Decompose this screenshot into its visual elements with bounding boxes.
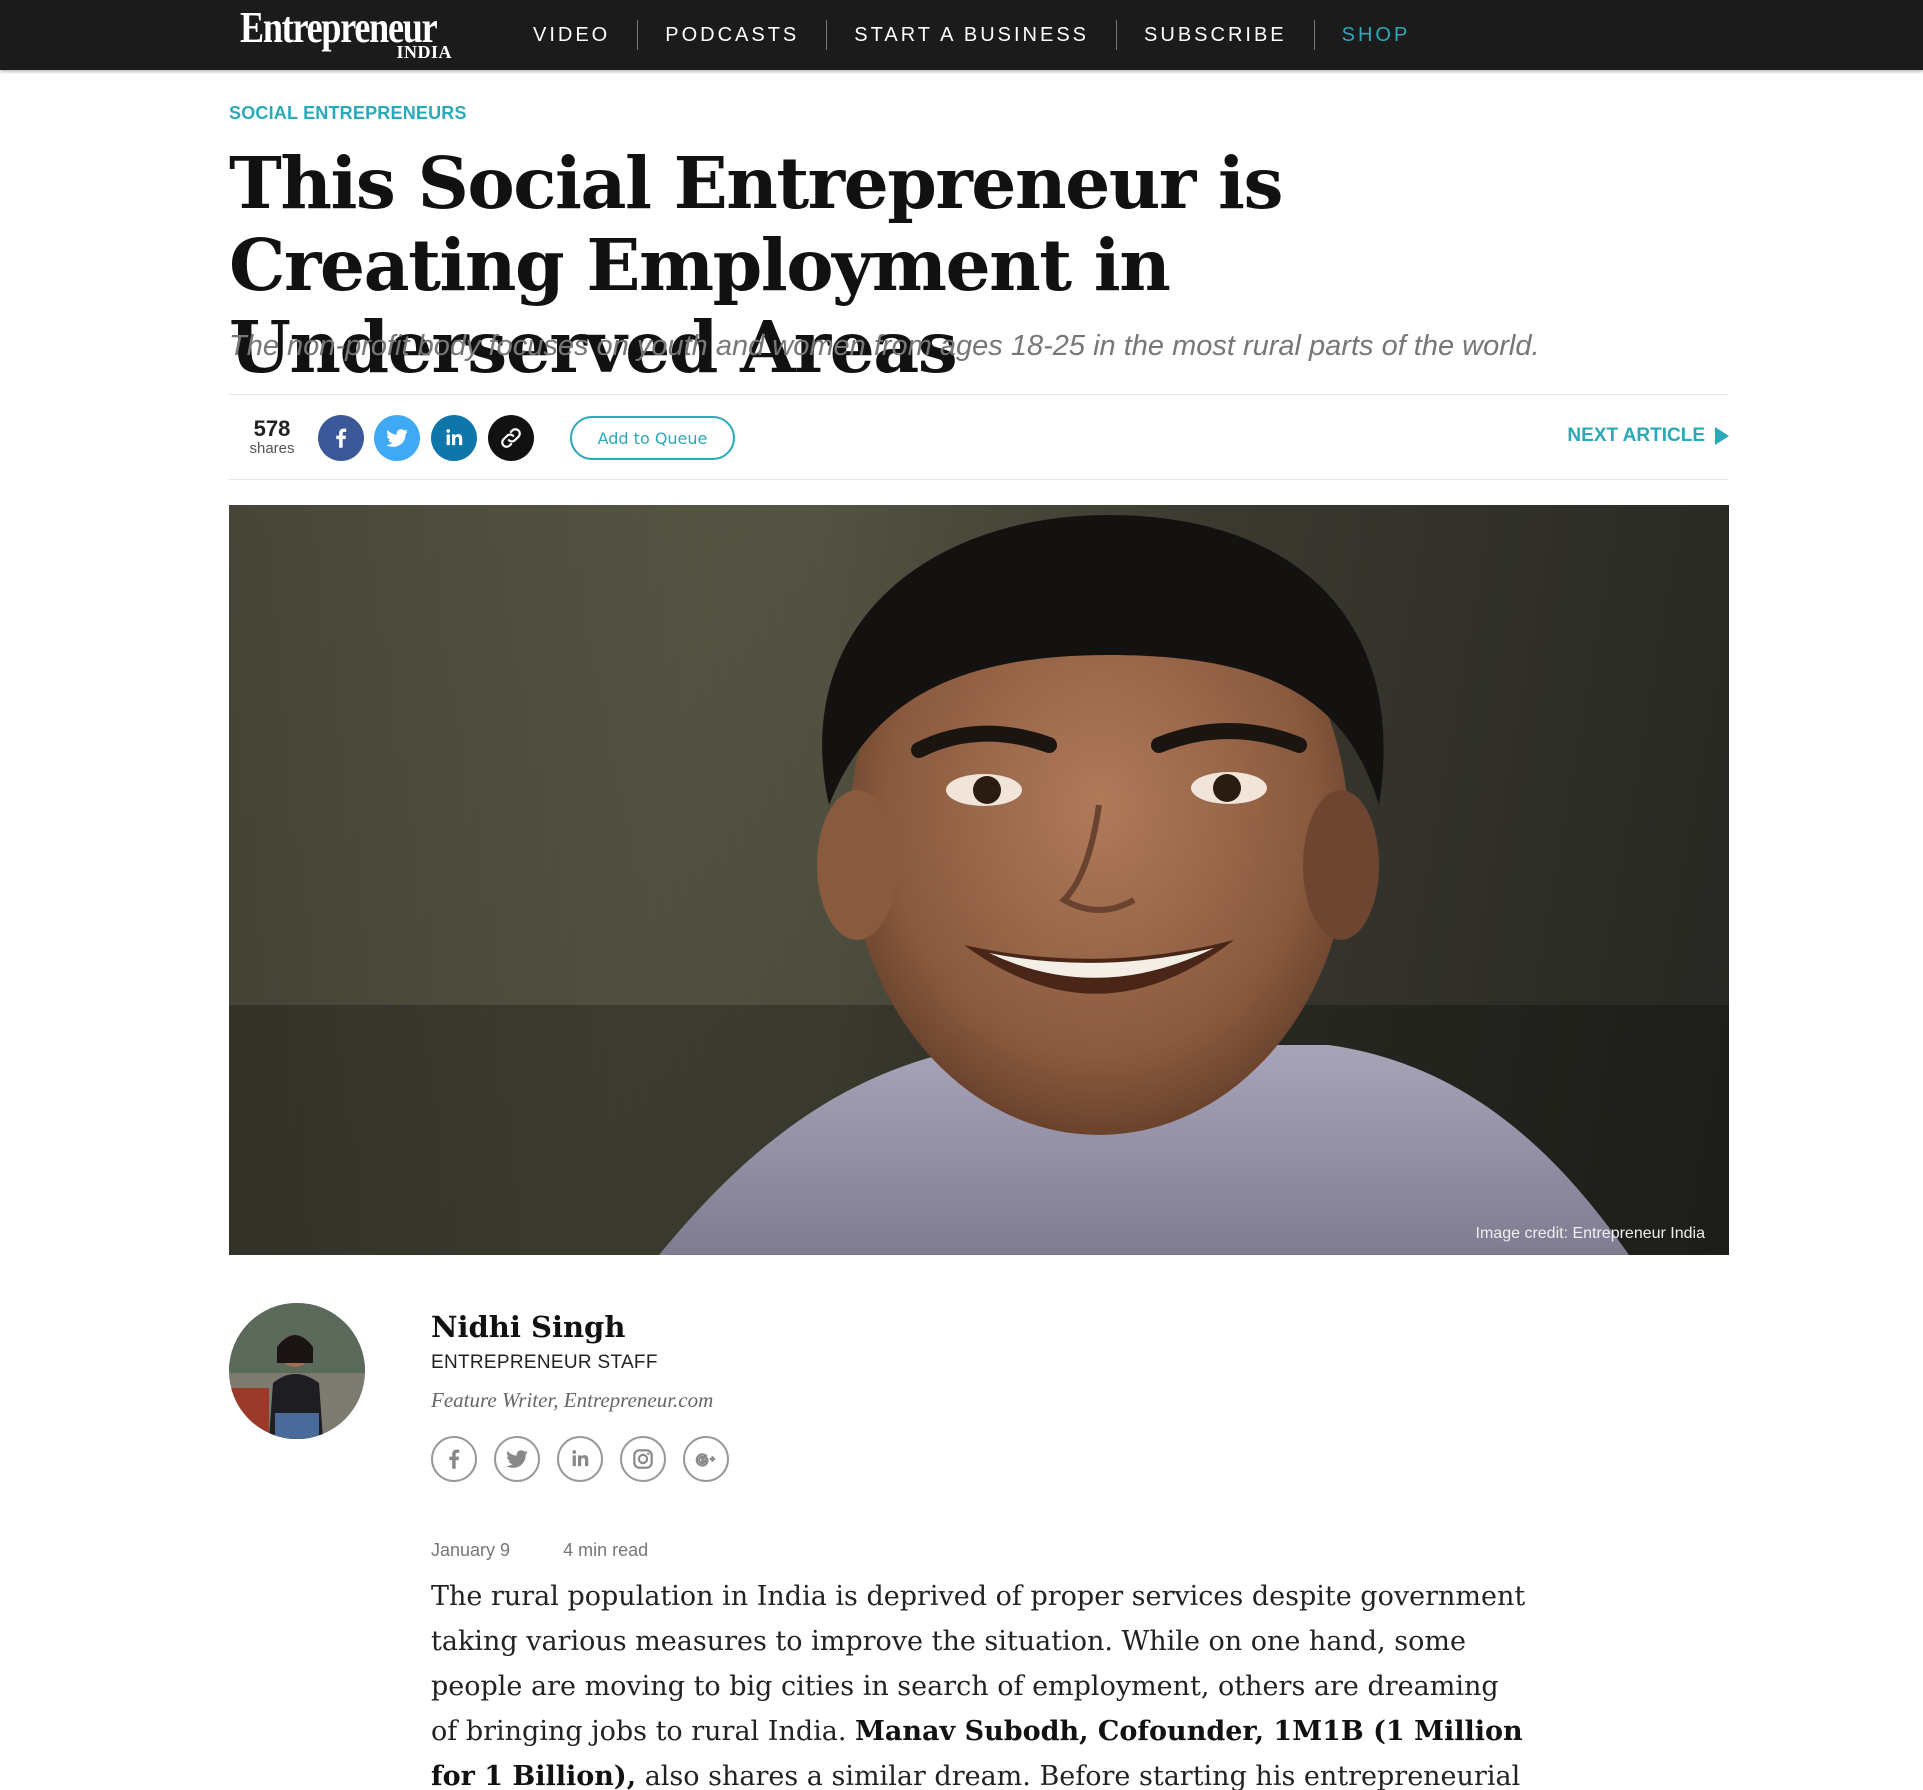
- top-navigation-bar: Entrepreneur INDIA VIDEO PODCASTS START …: [0, 0, 1923, 70]
- author-title: Feature Writer, Entrepreneur.com: [431, 1388, 714, 1412]
- author-instagram-button[interactable]: [620, 1436, 666, 1482]
- share-bar: 578 shares Add to Queue NEXT ARTICLE: [229, 394, 1729, 480]
- main-nav: VIDEO PODCASTS START A BUSINESS SUBSCRIB…: [506, 0, 1437, 70]
- image-credit: Image credit: Entrepreneur India: [1475, 1225, 1705, 1242]
- nav-shop[interactable]: SHOP: [1313, 20, 1438, 50]
- share-facebook-button[interactable]: [318, 415, 364, 461]
- author-linkedin-button[interactable]: [557, 1436, 603, 1482]
- author-social-links: [431, 1436, 746, 1482]
- article-category[interactable]: SOCIAL ENTREPRENEURS: [229, 103, 467, 124]
- article-dek: The non-profit body focuses on youth and…: [229, 330, 1540, 362]
- share-linkedin-button[interactable]: [431, 415, 477, 461]
- share-count: 578 shares: [245, 417, 299, 457]
- publish-date: January 9: [431, 1540, 511, 1560]
- author-twitter-button[interactable]: [494, 1436, 540, 1482]
- linkedin-icon: [446, 429, 463, 446]
- portrait-photo: [229, 505, 1729, 1255]
- share-twitter-button[interactable]: [374, 415, 420, 461]
- play-arrow-icon: [1715, 427, 1729, 445]
- hero-image: Image credit: Entrepreneur India: [229, 505, 1729, 1255]
- copy-link-button[interactable]: [488, 415, 534, 461]
- logo-edition: INDIA: [396, 42, 452, 62]
- google-plus-icon: [695, 1453, 716, 1467]
- linkedin-icon: [572, 1450, 589, 1467]
- nav-subscribe[interactable]: SUBSCRIBE: [1116, 20, 1314, 50]
- next-article-link[interactable]: NEXT ARTICLE: [1567, 425, 1729, 447]
- twitter-icon: [386, 429, 408, 447]
- facebook-icon: [336, 428, 347, 448]
- author-photo: [229, 1303, 365, 1439]
- author-role: ENTREPRENEUR STAFF: [431, 1352, 658, 1373]
- author-name[interactable]: Nidhi Singh: [431, 1310, 625, 1344]
- author-google-plus-button[interactable]: [683, 1436, 729, 1482]
- next-article-label: NEXT ARTICLE: [1567, 425, 1705, 446]
- add-to-queue-button[interactable]: Add to Queue: [570, 416, 735, 460]
- nav-start-a-business[interactable]: START A BUSINESS: [826, 20, 1116, 50]
- article-body-paragraph: The rural population in India is deprive…: [431, 1574, 1531, 1790]
- share-count-number: 578: [253, 416, 291, 441]
- instagram-icon: [633, 1449, 653, 1469]
- entrepreneur-logo[interactable]: Entrepreneur INDIA: [240, 4, 456, 64]
- nav-podcasts[interactable]: PODCASTS: [637, 20, 826, 50]
- twitter-icon: [506, 1450, 528, 1468]
- facebook-icon: [449, 1449, 460, 1469]
- link-icon: [501, 428, 521, 448]
- nav-video[interactable]: VIDEO: [506, 20, 637, 50]
- article-meta: January 9 4 min read: [431, 1540, 648, 1561]
- author-avatar[interactable]: [229, 1303, 365, 1439]
- read-time: 4 min read: [563, 1540, 649, 1560]
- author-facebook-button[interactable]: [431, 1436, 477, 1482]
- share-count-label: shares: [249, 440, 295, 457]
